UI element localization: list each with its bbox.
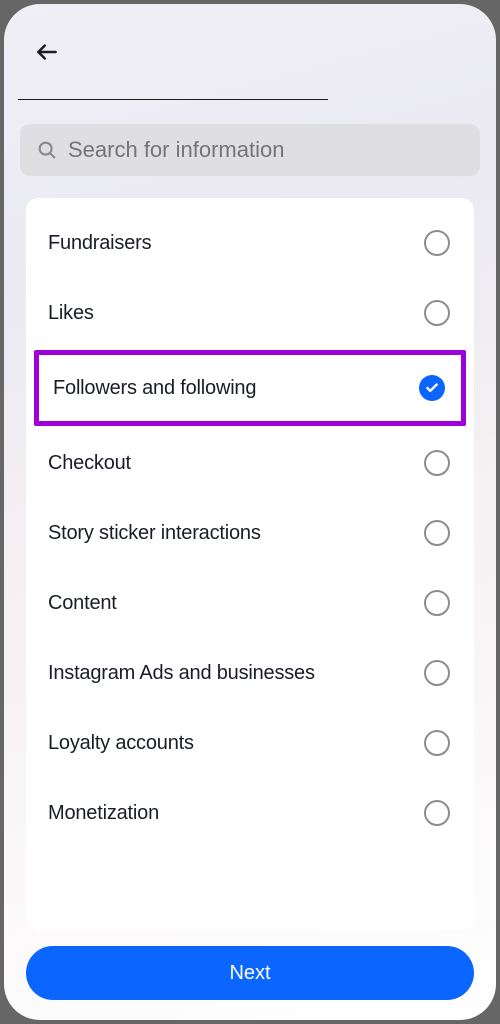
radio-unchecked-icon bbox=[424, 230, 450, 256]
search-icon bbox=[36, 139, 58, 161]
option-content[interactable]: Content bbox=[26, 568, 474, 638]
option-label: Content bbox=[48, 592, 117, 615]
radio-unchecked-icon bbox=[424, 800, 450, 826]
back-button[interactable] bbox=[32, 37, 62, 67]
options-list: Fundraisers Likes Followers and followin… bbox=[26, 198, 474, 930]
radio-unchecked-icon bbox=[424, 520, 450, 546]
option-followers-and-following[interactable]: Followers and following bbox=[34, 350, 466, 426]
search-input[interactable] bbox=[68, 137, 464, 163]
option-label: Monetization bbox=[48, 802, 159, 825]
option-instagram-ads-and-businesses[interactable]: Instagram Ads and businesses bbox=[26, 638, 474, 708]
phone-screen: Fundraisers Likes Followers and followin… bbox=[4, 4, 496, 1020]
radio-unchecked-icon bbox=[424, 590, 450, 616]
next-button-label: Next bbox=[229, 962, 270, 985]
header-divider bbox=[18, 99, 328, 101]
checkmark-icon bbox=[425, 381, 439, 395]
option-loyalty-accounts[interactable]: Loyalty accounts bbox=[26, 708, 474, 778]
option-story-sticker-interactions[interactable]: Story sticker interactions bbox=[26, 498, 474, 568]
option-label: Instagram Ads and businesses bbox=[48, 662, 315, 685]
radio-unchecked-icon bbox=[424, 730, 450, 756]
radio-unchecked-icon bbox=[424, 660, 450, 686]
option-label: Followers and following bbox=[53, 377, 256, 400]
option-label: Checkout bbox=[48, 452, 131, 475]
option-likes[interactable]: Likes bbox=[26, 278, 474, 348]
arrow-left-icon bbox=[34, 39, 60, 65]
option-label: Likes bbox=[48, 302, 94, 325]
search-box[interactable] bbox=[20, 124, 480, 176]
option-label: Story sticker interactions bbox=[48, 522, 261, 545]
next-button[interactable]: Next bbox=[26, 946, 474, 1000]
search-container bbox=[18, 124, 482, 176]
option-monetization[interactable]: Monetization bbox=[26, 778, 474, 848]
radio-checked-icon bbox=[419, 375, 445, 401]
radio-unchecked-icon bbox=[424, 300, 450, 326]
option-label: Fundraisers bbox=[48, 232, 151, 255]
radio-unchecked-icon bbox=[424, 450, 450, 476]
option-fundraisers[interactable]: Fundraisers bbox=[26, 208, 474, 278]
header bbox=[18, 22, 482, 82]
option-label: Loyalty accounts bbox=[48, 732, 194, 755]
option-checkout[interactable]: Checkout bbox=[26, 428, 474, 498]
